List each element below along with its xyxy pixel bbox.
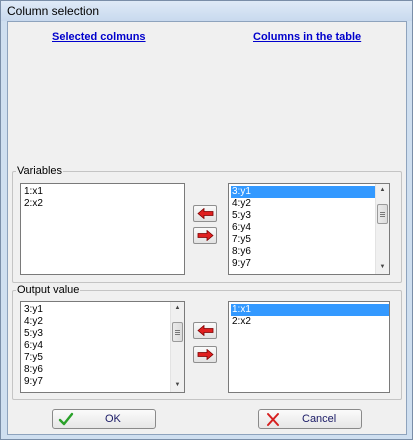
move-left-button[interactable]: [193, 322, 217, 339]
list-item-selected[interactable]: 1:x1: [231, 304, 389, 316]
list-item[interactable]: 7:y5: [23, 352, 170, 364]
list-item[interactable]: 8:y6: [23, 364, 170, 376]
list-item[interactable]: 5:y3: [23, 328, 170, 340]
list-item[interactable]: 4:y2: [23, 316, 170, 328]
variables-selected-list[interactable]: 1:x1 2:x2: [20, 183, 185, 275]
list-item[interactable]: 6:y4: [23, 340, 170, 352]
title-bar[interactable]: Column selection: [1, 1, 412, 21]
scroll-up-icon[interactable]: ▲: [171, 302, 184, 315]
cancel-button[interactable]: Cancel: [258, 409, 362, 429]
move-right-button[interactable]: [193, 346, 217, 363]
list-item[interactable]: 1:x1: [23, 186, 184, 198]
red-arrow-left-icon: [197, 325, 214, 336]
scroll-down-icon[interactable]: ▼: [376, 261, 389, 274]
list-item[interactable]: 5:y3: [231, 210, 375, 222]
vertical-scrollbar[interactable]: ▲ ▼: [375, 184, 389, 274]
output-group-label: Output value: [16, 283, 81, 297]
list-item-selected[interactable]: 3:y1: [231, 186, 375, 198]
list-item[interactable]: 9:y7: [23, 376, 170, 388]
move-right-button[interactable]: [193, 227, 217, 244]
list-item[interactable]: 8:y6: [231, 246, 375, 258]
output-table-list[interactable]: 1:x1 2:x2: [228, 301, 390, 393]
red-arrow-right-icon: [197, 230, 214, 241]
ok-button-label: OK: [105, 413, 121, 425]
table-columns-header[interactable]: Columns in the table: [253, 31, 361, 43]
cancel-button-label: Cancel: [302, 413, 337, 425]
list-item[interactable]: 9:y7: [231, 258, 375, 270]
list-item[interactable]: 2:x2: [23, 198, 184, 210]
dialog-client-area: Selected colmuns Columns in the table Va…: [7, 21, 407, 435]
scroll-down-icon[interactable]: ▼: [171, 379, 184, 392]
variables-group-label: Variables: [16, 164, 64, 178]
list-item[interactable]: 2:x2: [231, 316, 389, 328]
list-item[interactable]: 4:y2: [231, 198, 375, 210]
ok-button[interactable]: OK: [52, 409, 156, 429]
scroll-thumb[interactable]: [377, 204, 388, 224]
list-item[interactable]: 3:y1: [23, 304, 170, 316]
green-check-icon: [58, 412, 74, 426]
move-left-button[interactable]: [193, 205, 217, 222]
dialog-window: Column selection Selected colmuns Column…: [0, 0, 413, 440]
scroll-thumb[interactable]: [172, 322, 183, 342]
variables-table-list[interactable]: 3:y1 4:y2 5:y3 6:y4 7:y5 8:y6 9:y7 ▲ ▼: [228, 183, 390, 275]
red-arrow-right-icon: [197, 349, 214, 360]
window-title: Column selection: [7, 4, 100, 18]
red-arrow-left-icon: [197, 208, 214, 219]
vertical-scrollbar[interactable]: ▲ ▼: [170, 302, 184, 392]
list-item[interactable]: 6:y4: [231, 222, 375, 234]
selected-columns-header[interactable]: Selected colmuns: [52, 31, 146, 43]
red-x-icon: [267, 413, 279, 426]
output-selected-list[interactable]: 3:y1 4:y2 5:y3 6:y4 7:y5 8:y6 9:y7 ▲ ▼: [20, 301, 185, 393]
list-item[interactable]: 7:y5: [231, 234, 375, 246]
scroll-up-icon[interactable]: ▲: [376, 184, 389, 197]
